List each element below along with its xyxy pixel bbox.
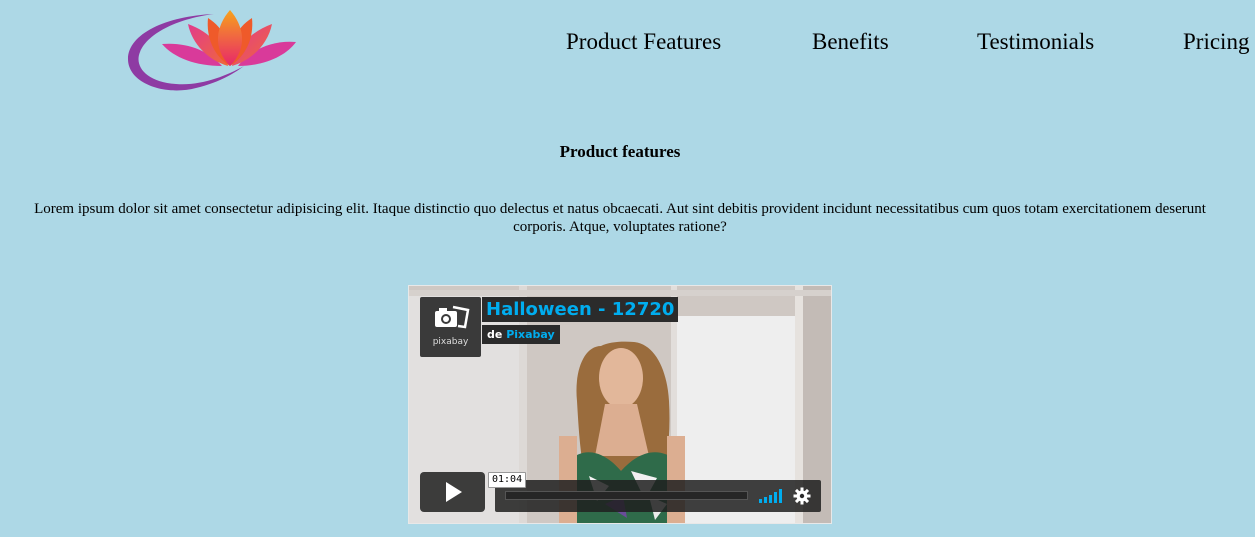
page: Product Features Benefits Testimonials P…: [0, 0, 1255, 537]
video-player[interactable]: pixabay Halloween - 12720 de Pixabay 01:…: [408, 285, 832, 524]
nav-testimonials[interactable]: Testimonials: [977, 29, 1094, 55]
video-controls-bar: [495, 480, 821, 512]
settings-gear-icon[interactable]: [793, 487, 811, 505]
video-byline: de Pixabay: [482, 325, 560, 344]
time-tooltip: 01:04: [488, 472, 527, 488]
pixabay-badge-label: pixabay: [432, 337, 469, 347]
video-title[interactable]: Halloween - 12720: [482, 297, 679, 322]
nav-product-features[interactable]: Product Features: [566, 29, 721, 55]
section-text: Lorem ipsum dolor sit amet consectetur a…: [34, 201, 1206, 235]
play-icon: [446, 482, 462, 502]
camera-icon: [435, 305, 470, 329]
section-title: Product features: [559, 142, 681, 161]
video-author-link[interactable]: Pixabay: [506, 328, 554, 341]
nav-benefits[interactable]: Benefits: [812, 29, 889, 55]
pixabay-badge[interactable]: pixabay: [420, 297, 481, 357]
byline-prefix: de: [487, 328, 503, 341]
progress-bar[interactable]: [505, 491, 748, 500]
lotus-logo-icon[interactable]: [126, 4, 298, 94]
nav-pricing[interactable]: Pricing: [1183, 29, 1249, 55]
volume-icon[interactable]: [759, 489, 785, 503]
play-button[interactable]: [420, 472, 485, 512]
